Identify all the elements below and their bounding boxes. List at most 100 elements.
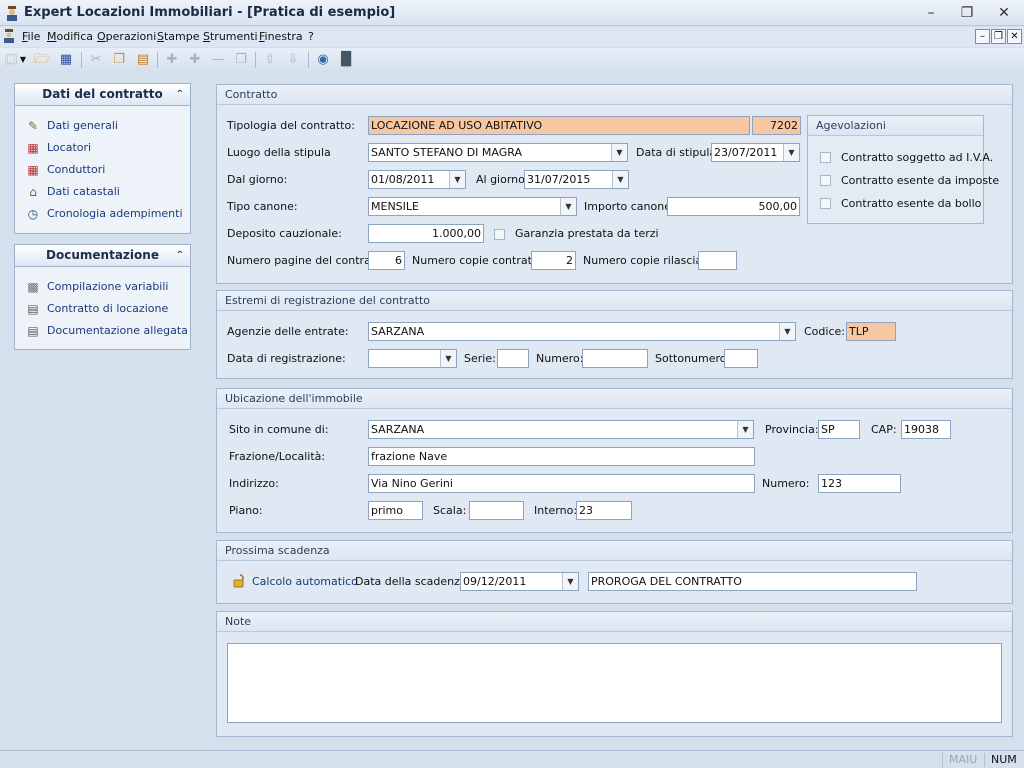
dropdown-arrow-icon[interactable]: ▼ <box>737 421 753 438</box>
luogo-stipula-select[interactable]: SANTO STEFANO DI MAGRA ▼ <box>368 143 628 162</box>
calcolo-automatico-link[interactable]: Calcolo automatico <box>252 575 358 588</box>
menu-file[interactable]: File <box>22 30 40 43</box>
help-icon[interactable]: ◉ <box>314 51 332 69</box>
arrow-down-icon[interactable]: ⇩ <box>284 51 302 69</box>
nav-item-documentazione-allegata[interactable]: ▤ Documentazione allegata <box>25 323 188 341</box>
app-icon <box>7 6 17 21</box>
group-title: Prossima scadenza <box>217 541 1012 561</box>
nav-item-dati-generali[interactable]: ✎ Dati generali <box>25 118 118 136</box>
serie-field[interactable] <box>497 349 529 368</box>
comune-value: SARZANA <box>371 423 425 436</box>
serie-label: Serie: <box>464 352 496 365</box>
open-folder-icon[interactable]: 🗁 <box>33 51 51 69</box>
nav-item-contratto-locazione[interactable]: ▤ Contratto di locazione <box>25 301 168 319</box>
restore-button[interactable]: ❐ <box>952 3 982 23</box>
cap-field[interactable]: 19038 <box>901 420 951 439</box>
close-button[interactable]: ✕ <box>989 3 1019 23</box>
data-stipula-value: 23/07/2011 <box>714 146 778 159</box>
codice-field[interactable]: TLP <box>846 322 896 341</box>
dropdown-arrow-icon[interactable]: ▼ <box>611 144 627 161</box>
document-icon: ▤ <box>27 302 39 316</box>
pagine-label: Numero pagine del contratto: <box>227 254 390 267</box>
esente-imposte-checkbox[interactable] <box>820 175 831 186</box>
add-child-icon[interactable]: ✚ <box>186 51 204 69</box>
pagine-field[interactable]: 6 <box>368 251 405 270</box>
new-dropdown-icon[interactable]: ▼ <box>18 51 28 69</box>
esente-bollo-checkbox[interactable] <box>820 198 831 209</box>
collapse-chevron-icon[interactable]: ⌃ <box>176 84 184 105</box>
duplicate-icon[interactable]: ❐ <box>232 51 250 69</box>
comune-select[interactable]: SARZANA ▼ <box>368 420 754 439</box>
nav-item-label: Conduttori <box>47 163 106 176</box>
menu-strumenti[interactable]: Strumenti <box>203 30 258 43</box>
tipologia-code-field[interactable]: 7202 <box>752 116 801 135</box>
piano-field[interactable]: primo <box>368 501 423 520</box>
data-stipula-picker[interactable]: 23/07/2011 ▼ <box>711 143 800 162</box>
nav-item-label: Documentazione allegata <box>47 324 188 337</box>
civico-field[interactable]: 123 <box>818 474 901 493</box>
dropdown-arrow-icon[interactable]: ▼ <box>783 144 799 161</box>
agenzia-value: SARZANA <box>371 325 425 338</box>
menu-help[interactable]: ? <box>308 30 314 43</box>
importo-canone-field[interactable]: 500,00 <box>667 197 800 216</box>
data-registrazione-picker[interactable]: ▼ <box>368 349 457 368</box>
nav-panel-header[interactable]: Dati del contratto ⌃ <box>15 84 190 106</box>
dropdown-arrow-icon[interactable]: ▼ <box>779 323 795 340</box>
minimize-button[interactable]: – <box>916 3 946 23</box>
info-icon[interactable]: █ <box>337 51 355 69</box>
scadenza-descrizione-field[interactable]: PROROGA DEL CONTRATTO <box>588 572 917 591</box>
nav-item-locatori[interactable]: ▦ Locatori <box>25 140 91 158</box>
deposito-field[interactable]: 1.000,00 <box>368 224 484 243</box>
mdi-minimize-button[interactable]: – <box>975 29 990 44</box>
interno-field[interactable]: 23 <box>576 501 632 520</box>
scala-field[interactable] <box>469 501 524 520</box>
tipo-canone-select[interactable]: MENSILE ▼ <box>368 197 577 216</box>
copy-icon[interactable]: ❐ <box>110 51 128 69</box>
copie-field[interactable]: 2 <box>531 251 576 270</box>
menu-stampe[interactable]: Stampe <box>157 30 200 43</box>
data-scadenza-picker[interactable]: 09/12/2011 ▼ <box>460 572 579 591</box>
provincia-field[interactable]: SP <box>818 420 860 439</box>
cut-icon[interactable]: ✂ <box>87 51 105 69</box>
garanzia-checkbox[interactable] <box>494 229 505 240</box>
dropdown-arrow-icon[interactable]: ▼ <box>449 171 465 188</box>
collapse-chevron-icon[interactable]: ⌃ <box>176 245 184 266</box>
remove-icon[interactable]: — <box>209 51 227 69</box>
scala-label: Scala: <box>433 504 467 517</box>
lock-icon[interactable] <box>232 573 248 589</box>
nav-item-conduttori[interactable]: ▦ Conduttori <box>25 162 105 180</box>
nav-panel-header[interactable]: Documentazione ⌃ <box>15 245 190 267</box>
menu-modifica[interactable]: Modifica <box>47 30 93 43</box>
sottonumero-field[interactable] <box>724 349 758 368</box>
esente-imposte-label: Contratto esente da imposte <box>841 174 1000 187</box>
nav-item-label: Contratto di locazione <box>47 302 169 315</box>
add-icon[interactable]: ✚ <box>163 51 181 69</box>
al-giorno-picker[interactable]: 31/07/2015 ▼ <box>524 170 629 189</box>
nav-item-compilazione-variabili[interactable]: ▩ Compilazione variabili <box>25 279 168 297</box>
copie-rilasciate-label: Numero copie rilasciate <box>583 254 714 267</box>
mdi-restore-button[interactable]: ❐ <box>991 29 1006 44</box>
dal-giorno-picker[interactable]: 01/08/2011 ▼ <box>368 170 466 189</box>
copie-rilasciate-field[interactable] <box>698 251 737 270</box>
nav-item-dati-catastali[interactable]: ⌂ Dati catastali <box>25 184 120 202</box>
indirizzo-field[interactable]: Via Nino Gerini <box>368 474 755 493</box>
numero-field[interactable] <box>582 349 648 368</box>
menu-finestra[interactable]: Finestra <box>259 30 303 43</box>
dropdown-arrow-icon[interactable]: ▼ <box>562 573 578 590</box>
agenzia-select[interactable]: SARZANA ▼ <box>368 322 796 341</box>
paste-icon[interactable]: ▤ <box>134 51 152 69</box>
tipologia-field[interactable]: LOCAZIONE AD USO ABITATIVO <box>368 116 750 135</box>
iva-checkbox[interactable] <box>820 152 831 163</box>
mdi-close-button[interactable]: ✕ <box>1007 29 1022 44</box>
menu-operazioni[interactable]: Operazioni <box>97 30 156 43</box>
arrow-up-icon[interactable]: ⇧ <box>261 51 279 69</box>
document-icon[interactable] <box>2 29 16 43</box>
nav-item-cronologia[interactable]: ◷ Cronologia adempimenti <box>25 206 183 224</box>
dropdown-arrow-icon[interactable]: ▼ <box>560 198 576 215</box>
menu-bar: File Modifica Operazioni Stampe Strument… <box>0 27 1024 47</box>
frazione-field[interactable]: frazione Nave <box>368 447 755 466</box>
note-textarea[interactable] <box>227 643 1002 723</box>
dropdown-arrow-icon[interactable]: ▼ <box>612 171 628 188</box>
dropdown-arrow-icon[interactable]: ▼ <box>440 350 456 367</box>
save-icon[interactable]: ▦ <box>57 51 75 69</box>
